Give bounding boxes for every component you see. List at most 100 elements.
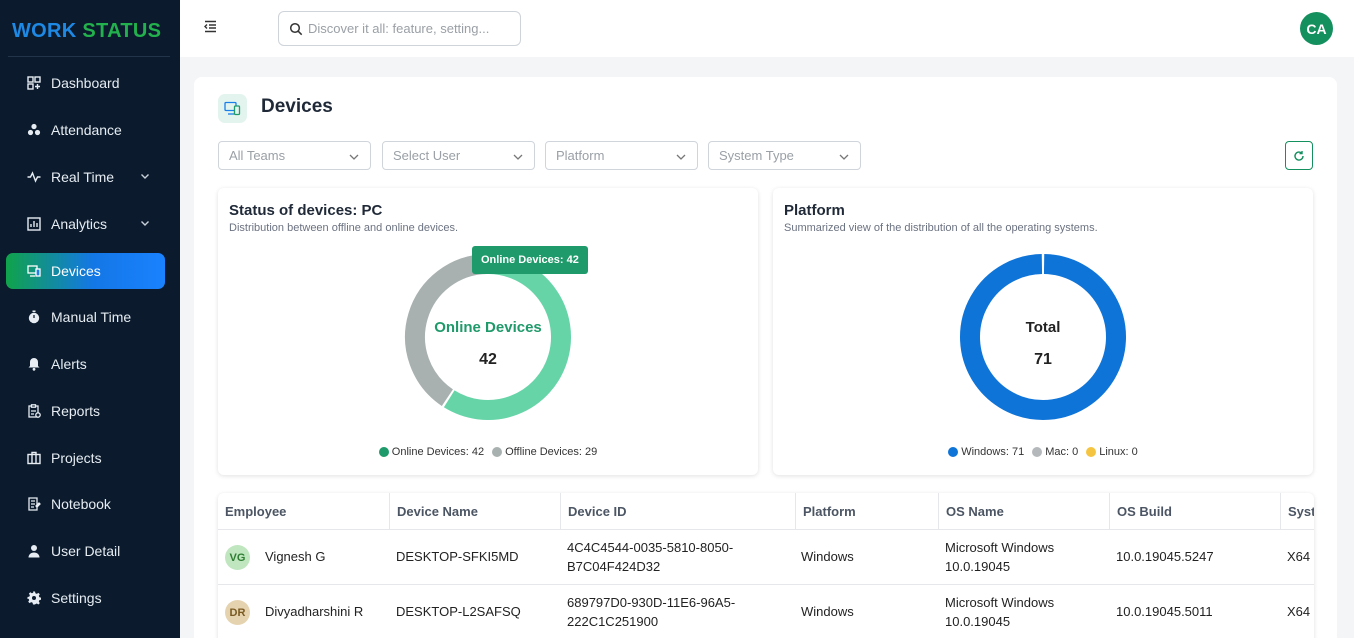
chevron-down-icon[interactable] xyxy=(139,217,151,229)
legend-item-offline[interactable]: Offline Devices: 29 xyxy=(492,446,597,458)
system-type: X64 xyxy=(1287,604,1311,619)
sidebar-item-label: Notebook xyxy=(51,496,111,512)
sidebar-item-user-detail[interactable]: User Detail xyxy=(6,533,165,569)
donut-center-label: Online Devices xyxy=(434,319,542,336)
sidebar-item-reports[interactable]: Reports xyxy=(6,393,165,429)
dashboard-icon xyxy=(26,75,42,91)
legend-dot xyxy=(1032,447,1043,457)
menu-toggle-icon[interactable] xyxy=(202,18,218,34)
legend-label: Online Devices: 42 xyxy=(391,446,485,458)
user-filter[interactable]: Select User xyxy=(382,141,535,170)
sidebar-item-devices[interactable]: Devices xyxy=(6,253,165,289)
sidebar-item-label: Analytics xyxy=(51,216,108,232)
employee-name[interactable]: Vignesh G xyxy=(265,547,325,566)
column-header-platform[interactable]: Platform xyxy=(795,493,938,529)
stopwatch-icon xyxy=(26,309,42,325)
sidebar-item-analytics[interactable]: Analytics xyxy=(6,206,165,242)
tooltip-value: 42 xyxy=(566,254,579,266)
refresh-button[interactable] xyxy=(1285,141,1313,170)
logo-text-work: WORK xyxy=(12,20,77,42)
sidebar-item-notebook[interactable]: Notebook xyxy=(6,486,165,522)
device-status-chart: Status of devices: PC Distribution betwe… xyxy=(218,188,758,475)
analytics-icon xyxy=(26,216,42,232)
os-name: Microsoft Windows 10.0.19045 xyxy=(945,538,1054,576)
os-name: Microsoft Windows 10.0.19045 xyxy=(945,593,1054,631)
row-divider xyxy=(218,584,1314,585)
column-header-device-id[interactable]: Device ID xyxy=(560,493,795,529)
pulse-icon xyxy=(26,169,42,185)
gear-icon xyxy=(26,590,42,606)
chart-legend: Windows: 71 Mac: 0 Linux: 0 xyxy=(773,446,1313,458)
sidebar-item-label: Attendance xyxy=(51,122,122,138)
column-header-employee[interactable]: Employee xyxy=(218,493,389,529)
donut-center-label: Total xyxy=(1025,319,1061,336)
sidebar-item-label: Settings xyxy=(51,590,102,606)
os-build: 10.0.19045.5011 xyxy=(1116,604,1213,619)
sidebar-item-attendance[interactable]: Attendance xyxy=(6,112,165,148)
device-name: DESKTOP-SFKI5MD xyxy=(396,549,519,564)
search-box[interactable] xyxy=(278,11,521,46)
employee-name[interactable]: Divyadharshini R xyxy=(265,602,363,621)
sidebar-item-label: Manual Time xyxy=(51,309,132,325)
user-avatar[interactable]: CA xyxy=(1300,12,1333,45)
search-input[interactable] xyxy=(308,21,508,36)
device-id-line: B7C04F424D32 xyxy=(567,559,661,574)
legend-item-mac[interactable]: Mac: 0 xyxy=(1032,446,1078,458)
briefcase-icon xyxy=(26,450,42,466)
column-header-device-name[interactable]: Device Name xyxy=(389,493,560,529)
donut-slice-online-devices[interactable] xyxy=(443,254,571,420)
sidebar-item-alerts[interactable]: Alerts xyxy=(6,346,165,382)
column-header-os-name[interactable]: OS Name xyxy=(938,493,1109,529)
os-name-line: 10.0.19045 xyxy=(945,614,1011,629)
attendance-icon xyxy=(26,122,42,138)
clipboard-icon xyxy=(26,403,42,419)
topbar: CA xyxy=(180,0,1354,57)
chevron-down-icon xyxy=(839,154,849,160)
sidebar-item-real-time[interactable]: Real Time xyxy=(6,159,165,195)
column-header-os-build[interactable]: OS Build xyxy=(1109,493,1280,529)
platform-chart: Platform Summarized view of the distribu… xyxy=(773,188,1313,475)
page-title: Devices xyxy=(261,96,333,117)
sidebar-item-manual-time[interactable]: Manual Time xyxy=(6,299,165,335)
refresh-icon xyxy=(1294,150,1304,161)
sidebar-item-settings[interactable]: Settings xyxy=(6,580,165,616)
app-logo[interactable]: WORK STATUS xyxy=(12,20,161,43)
legend-item-windows[interactable]: Windows: 71 xyxy=(948,446,1024,458)
system-type: X64 xyxy=(1287,549,1311,564)
sidebar-item-projects[interactable]: Projects xyxy=(6,440,165,476)
sidebar-item-dashboard[interactable]: Dashboard xyxy=(6,65,165,101)
chart-tooltip: Online Devices: 42 xyxy=(472,246,588,274)
platform: Windows xyxy=(801,549,854,564)
chevron-down-icon[interactable] xyxy=(139,170,151,182)
teams-filter[interactable]: All Teams xyxy=(218,141,371,170)
devices-table: Employee Device Name Device ID Platform … xyxy=(218,493,1314,638)
device-name: DESKTOP-L2SAFSQ xyxy=(396,604,521,619)
os-name-line: 10.0.19045 xyxy=(945,559,1011,574)
tooltip-label: Online Devices: xyxy=(481,254,564,266)
sidebar: WORK STATUS Dashboard Attendance Real Ti… xyxy=(0,0,180,638)
legend-item-linux[interactable]: Linux: 0 xyxy=(1086,446,1138,458)
platform-filter[interactable]: Platform xyxy=(545,141,698,170)
chevron-down-icon xyxy=(349,154,359,160)
employee-avatar: VG xyxy=(225,545,250,570)
legend-dot xyxy=(378,447,389,457)
column-header-system[interactable]: Syst xyxy=(1280,493,1314,529)
teams-filter-value: All Teams xyxy=(229,148,286,163)
sidebar-item-label: Projects xyxy=(51,450,102,466)
device-id: 689797D0-930D-11E6-96A5- 222C1C251900 xyxy=(567,593,735,631)
chevron-down-icon xyxy=(513,154,523,160)
logo-text-status: STATUS xyxy=(82,20,162,42)
devices-icon xyxy=(218,94,247,123)
os-build: 10.0.19045.5247 xyxy=(1116,549,1214,564)
donut-center-value: 42 xyxy=(479,351,497,368)
employee-avatar: DR xyxy=(225,600,250,625)
search-icon xyxy=(289,22,303,35)
legend-item-online[interactable]: Online Devices: 42 xyxy=(378,446,485,458)
legend-label: Mac: 0 xyxy=(1045,446,1079,458)
sidebar-divider xyxy=(8,56,170,57)
legend-label: Offline Devices: 29 xyxy=(505,446,598,458)
system-type-filter[interactable]: System Type xyxy=(708,141,861,170)
donut-slice-windows[interactable] xyxy=(960,254,1126,420)
donut-center-value: 71 xyxy=(1034,351,1052,368)
chevron-down-icon xyxy=(676,154,686,160)
